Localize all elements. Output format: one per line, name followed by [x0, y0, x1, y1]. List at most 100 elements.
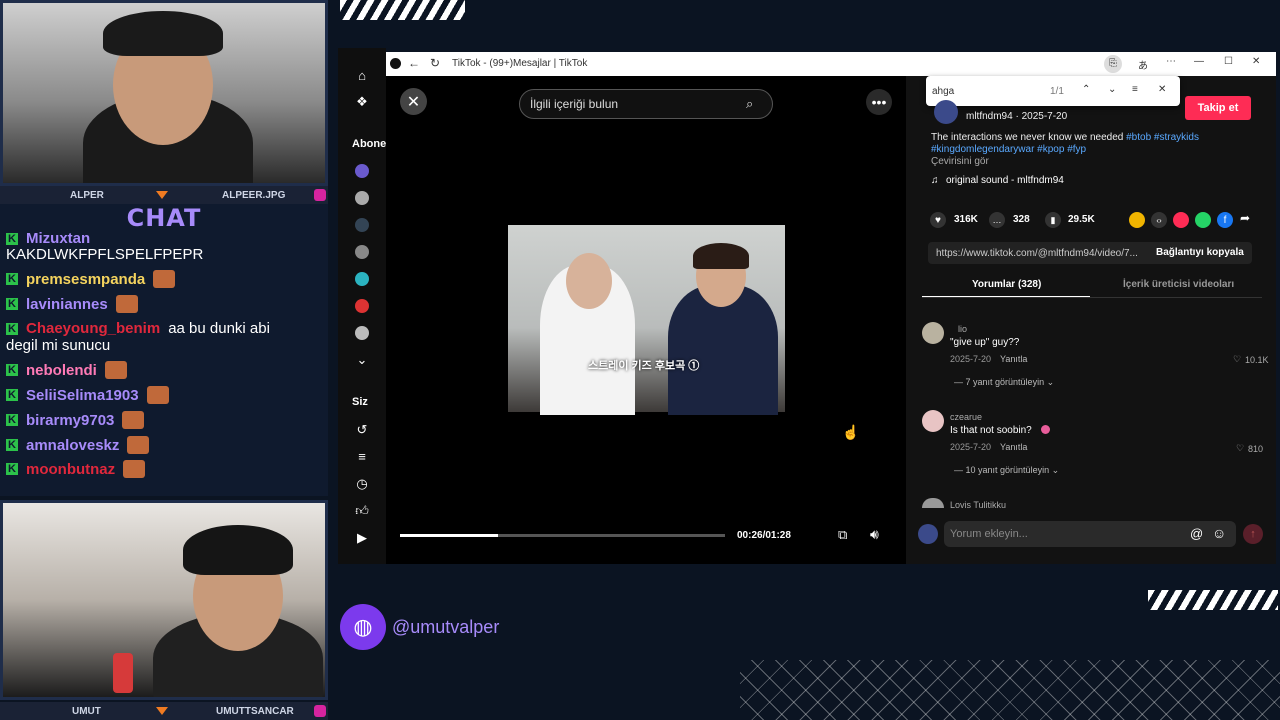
whatsapp-icon[interactable]: [1195, 212, 1211, 228]
youtube-sidebar: ⌂ ❖ Abonel ⌄ Siz ↺ ≡ ◷ 👍︎ ▶: [338, 48, 389, 564]
pip-icon[interactable]: ⧉: [838, 527, 847, 543]
search-icon[interactable]: ⌕: [746, 96, 753, 112]
cam1-handle: ALPEER.JPG: [222, 189, 286, 201]
embed-icon[interactable]: ‹›: [1151, 212, 1167, 228]
history-icon[interactable]: ↺: [354, 422, 370, 438]
sound-name[interactable]: original sound - mltfndm94: [946, 175, 1064, 186]
comment-input[interactable]: Yorum ekleyin... @ ☺: [944, 521, 1236, 547]
subscriptions-label[interactable]: Abonel: [352, 138, 389, 150]
comment-user[interactable]: lio: [958, 324, 967, 334]
view-replies-label: 7 yanıt görüntüleyin: [965, 377, 1045, 387]
more-options-button[interactable]: •••: [866, 89, 892, 115]
comment-user[interactable]: Lovis Tulitikku: [950, 500, 1006, 510]
channel-avatar[interactable]: [355, 218, 369, 232]
hand-cursor-icon: ☝: [842, 424, 860, 440]
close-window-icon[interactable]: ✕: [1252, 56, 1260, 67]
volume-icon[interactable]: 🔊︎: [870, 526, 879, 543]
channel-avatar[interactable]: [355, 299, 369, 313]
view-replies[interactable]: — 10 yanıt görüntüleyin ⌄: [954, 465, 1059, 476]
you-label[interactable]: Siz: [352, 396, 368, 408]
home-icon[interactable]: ⌂: [354, 68, 370, 84]
find-prev-icon[interactable]: ⌃: [1082, 84, 1090, 95]
chat-line: KAKDLWKFPFLSPELFPEPR: [6, 246, 203, 263]
channel-avatar[interactable]: [355, 164, 369, 178]
tab-divider: [922, 297, 1262, 298]
reply-button[interactable]: Yanıtla: [1000, 354, 1027, 364]
chat-user: premsesmpanda: [26, 270, 146, 288]
find-input[interactable]: ahga: [932, 86, 954, 97]
search-placeholder: İlgili içeriği bulun: [530, 97, 619, 111]
back-icon[interactable]: ←: [408, 56, 420, 70]
webcam-umut: [0, 500, 328, 700]
chat-user: Mizuxtan: [26, 230, 91, 247]
translate-icon[interactable]: あ: [1138, 57, 1148, 72]
follow-button[interactable]: Takip et: [1185, 96, 1251, 120]
reload-icon[interactable]: ↻: [430, 56, 440, 70]
copy-link-button[interactable]: Bağlantıyı kopyala: [1156, 247, 1244, 258]
minimize-icon[interactable]: —: [1194, 56, 1204, 67]
clock-icon[interactable]: ◷: [354, 476, 370, 492]
find-next-icon[interactable]: ⌄: [1108, 84, 1116, 95]
find-options-icon[interactable]: ≡: [1132, 84, 1138, 95]
video-frame[interactable]: 스트레이 키즈 후보곡 ①: [508, 225, 785, 415]
channel-avatar[interactable]: [355, 191, 369, 205]
share-url-box[interactable]: https://www.tiktok.com/@mltfndm94/video/…: [928, 242, 1252, 264]
related-search-input[interactable]: İlgili içeriği bulun ⌕: [519, 89, 773, 119]
author-avatar[interactable]: [934, 100, 958, 124]
chat-line: K Chaeyoung_benim aa bu dunki abi: [6, 320, 270, 337]
comment-icon[interactable]: …: [989, 212, 1005, 228]
find-bar[interactable]: ahga 1/1 ⌃ ⌄ ≡ ✕: [926, 76, 1180, 106]
channel-avatar[interactable]: [355, 326, 369, 340]
emoji-icon: [1041, 425, 1050, 434]
emoji-picker-icon[interactable]: ☺: [1212, 525, 1226, 541]
share-icon[interactable]: ➦: [1240, 211, 1250, 225]
hashtags[interactable]: #btob #straykids: [1126, 132, 1199, 143]
post-description: The interactions we never know we needed…: [931, 132, 1221, 168]
heart-icon[interactable]: ♡: [1236, 443, 1244, 454]
instagram-icon: [314, 189, 326, 201]
comment-avatar[interactable]: [922, 322, 944, 344]
hashtags-line2[interactable]: #kingdomlegendarywar #kpop #fyp: [931, 144, 1086, 155]
progress-bar[interactable]: [400, 534, 725, 537]
tab-comments[interactable]: Yorumlar (328): [972, 279, 1041, 290]
view-replies[interactable]: — 7 yanıt görüntüleyin ⌄: [954, 377, 1054, 388]
translate-link[interactable]: Çevirisini gör: [931, 156, 989, 167]
comment-placeholder: Yorum ekleyin...: [950, 528, 1028, 540]
like-icon[interactable]: 👍︎: [354, 503, 370, 519]
handle-text: @umutvalper: [392, 616, 500, 637]
comment-user[interactable]: czearue: [950, 412, 982, 422]
mention-icon[interactable]: @: [1190, 526, 1203, 541]
chat-title: CHAT: [126, 204, 202, 232]
comment-date: 2025-7-20: [950, 354, 992, 364]
chevron-down-icon[interactable]: ⌄: [354, 352, 370, 368]
emote-icon: [104, 361, 127, 379]
heart-icon[interactable]: ♡: [1233, 354, 1241, 365]
repost-icon[interactable]: [1129, 212, 1145, 228]
cam2-name: UMUT: [72, 705, 101, 717]
install-icon[interactable]: ⎘: [1104, 55, 1122, 73]
channel-avatar[interactable]: [355, 245, 369, 259]
shorts-icon[interactable]: ❖: [354, 94, 370, 110]
tiktok-icon: [390, 58, 401, 69]
maximize-icon[interactable]: ☐: [1224, 56, 1233, 67]
author-line[interactable]: mltfndm94 · 2025-7-20: [966, 111, 1067, 122]
kick-badge-icon: K: [6, 298, 18, 310]
view-replies-label: 10 yanıt görüntüleyin: [965, 465, 1050, 475]
webcam-alper: [0, 0, 328, 186]
emote-icon: [122, 411, 145, 429]
close-video-button[interactable]: ✕: [400, 88, 427, 115]
facebook-icon[interactable]: f: [1217, 212, 1233, 228]
bookmark-icon[interactable]: ▮: [1045, 212, 1061, 228]
send-icon[interactable]: [1173, 212, 1189, 228]
like-icon[interactable]: ♥: [930, 212, 946, 228]
video-icon[interactable]: ▶: [354, 530, 370, 546]
tab-creator-videos[interactable]: İçerik üreticisi videoları: [1123, 279, 1234, 290]
chat-user: moonbutnaz: [26, 460, 116, 478]
channel-avatar[interactable]: [355, 272, 369, 286]
send-comment-button[interactable]: ↑: [1243, 524, 1263, 544]
reply-button[interactable]: Yanıtla: [1000, 442, 1027, 452]
playlist-icon[interactable]: ≡: [354, 449, 370, 465]
more-icon[interactable]: ⋯: [1166, 56, 1176, 67]
find-close-icon[interactable]: ✕: [1158, 84, 1166, 95]
comment-avatar[interactable]: [922, 410, 944, 432]
